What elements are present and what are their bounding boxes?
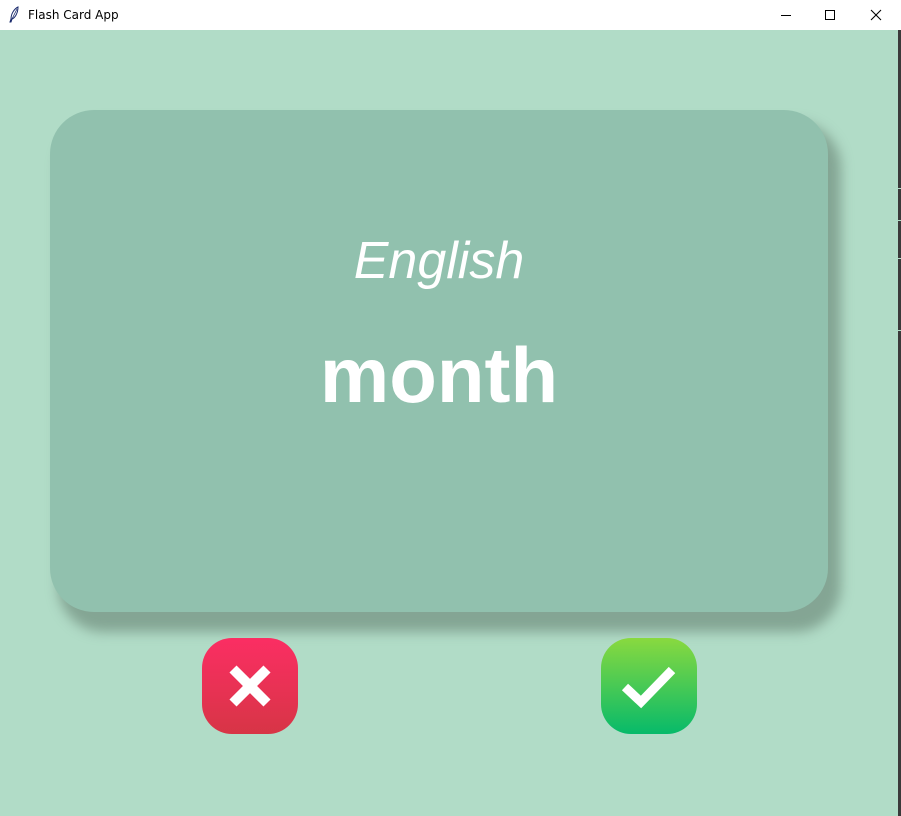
unknown-button[interactable] bbox=[202, 638, 298, 734]
minimize-icon bbox=[781, 15, 791, 16]
card-word: month bbox=[319, 331, 559, 419]
flash-card: English month bbox=[50, 110, 828, 612]
window-title: Flash Card App bbox=[28, 8, 119, 22]
known-button[interactable] bbox=[601, 638, 697, 734]
app-canvas: English month bbox=[0, 30, 898, 816]
maximize-icon bbox=[825, 10, 835, 20]
card-language-label: English bbox=[353, 232, 525, 290]
close-button[interactable] bbox=[853, 0, 899, 30]
check-icon bbox=[621, 666, 676, 709]
x-icon bbox=[229, 665, 271, 707]
close-icon bbox=[870, 9, 882, 21]
title-bar: Flash Card App bbox=[0, 0, 901, 30]
maximize-button[interactable] bbox=[807, 0, 853, 30]
feather-icon bbox=[8, 6, 20, 23]
minimize-button[interactable] bbox=[763, 0, 809, 30]
